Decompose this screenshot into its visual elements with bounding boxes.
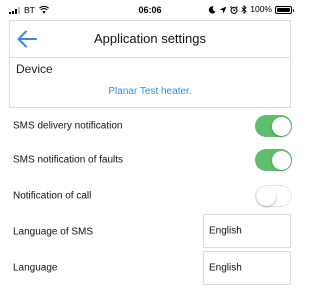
sms-delivery-label: SMS delivery notification bbox=[13, 120, 123, 132]
navigation-bar: Application settings bbox=[9, 20, 291, 57]
language-label: Language bbox=[13, 262, 58, 274]
sms-language-select[interactable]: English bbox=[203, 214, 291, 248]
call-notification-label: Notification of call bbox=[13, 190, 92, 202]
location-arrow-icon bbox=[219, 6, 227, 13]
battery-icon bbox=[275, 5, 294, 14]
setting-row-call-notification: Notification of call bbox=[0, 178, 300, 214]
language-value: English bbox=[209, 262, 242, 274]
status-bar: BT 06:06 100% bbox=[0, 0, 300, 20]
battery-percent: 100% bbox=[250, 4, 272, 14]
device-label: Device bbox=[16, 62, 53, 76]
sms-delivery-toggle[interactable] bbox=[255, 115, 292, 137]
page-title: Application settings bbox=[93, 31, 206, 46]
setting-row-sms-faults: SMS notification of faults bbox=[0, 142, 300, 178]
call-notification-toggle[interactable] bbox=[255, 185, 292, 207]
device-name-link[interactable]: Planar Test heater. bbox=[10, 86, 290, 97]
sms-language-label: Language of SMS bbox=[13, 226, 94, 238]
alarm-icon bbox=[230, 5, 239, 14]
moon-icon bbox=[209, 5, 216, 14]
language-select[interactable]: English bbox=[203, 251, 291, 285]
setting-row-sms-delivery: SMS delivery notification bbox=[0, 108, 300, 144]
device-panel: Device Planar Test heater. bbox=[9, 57, 291, 108]
sms-faults-toggle[interactable] bbox=[255, 149, 292, 171]
bluetooth-icon bbox=[241, 5, 247, 14]
sms-language-value: English bbox=[209, 225, 242, 237]
status-right: 100% bbox=[208, 4, 294, 14]
sms-faults-label: SMS notification of faults bbox=[13, 154, 124, 166]
